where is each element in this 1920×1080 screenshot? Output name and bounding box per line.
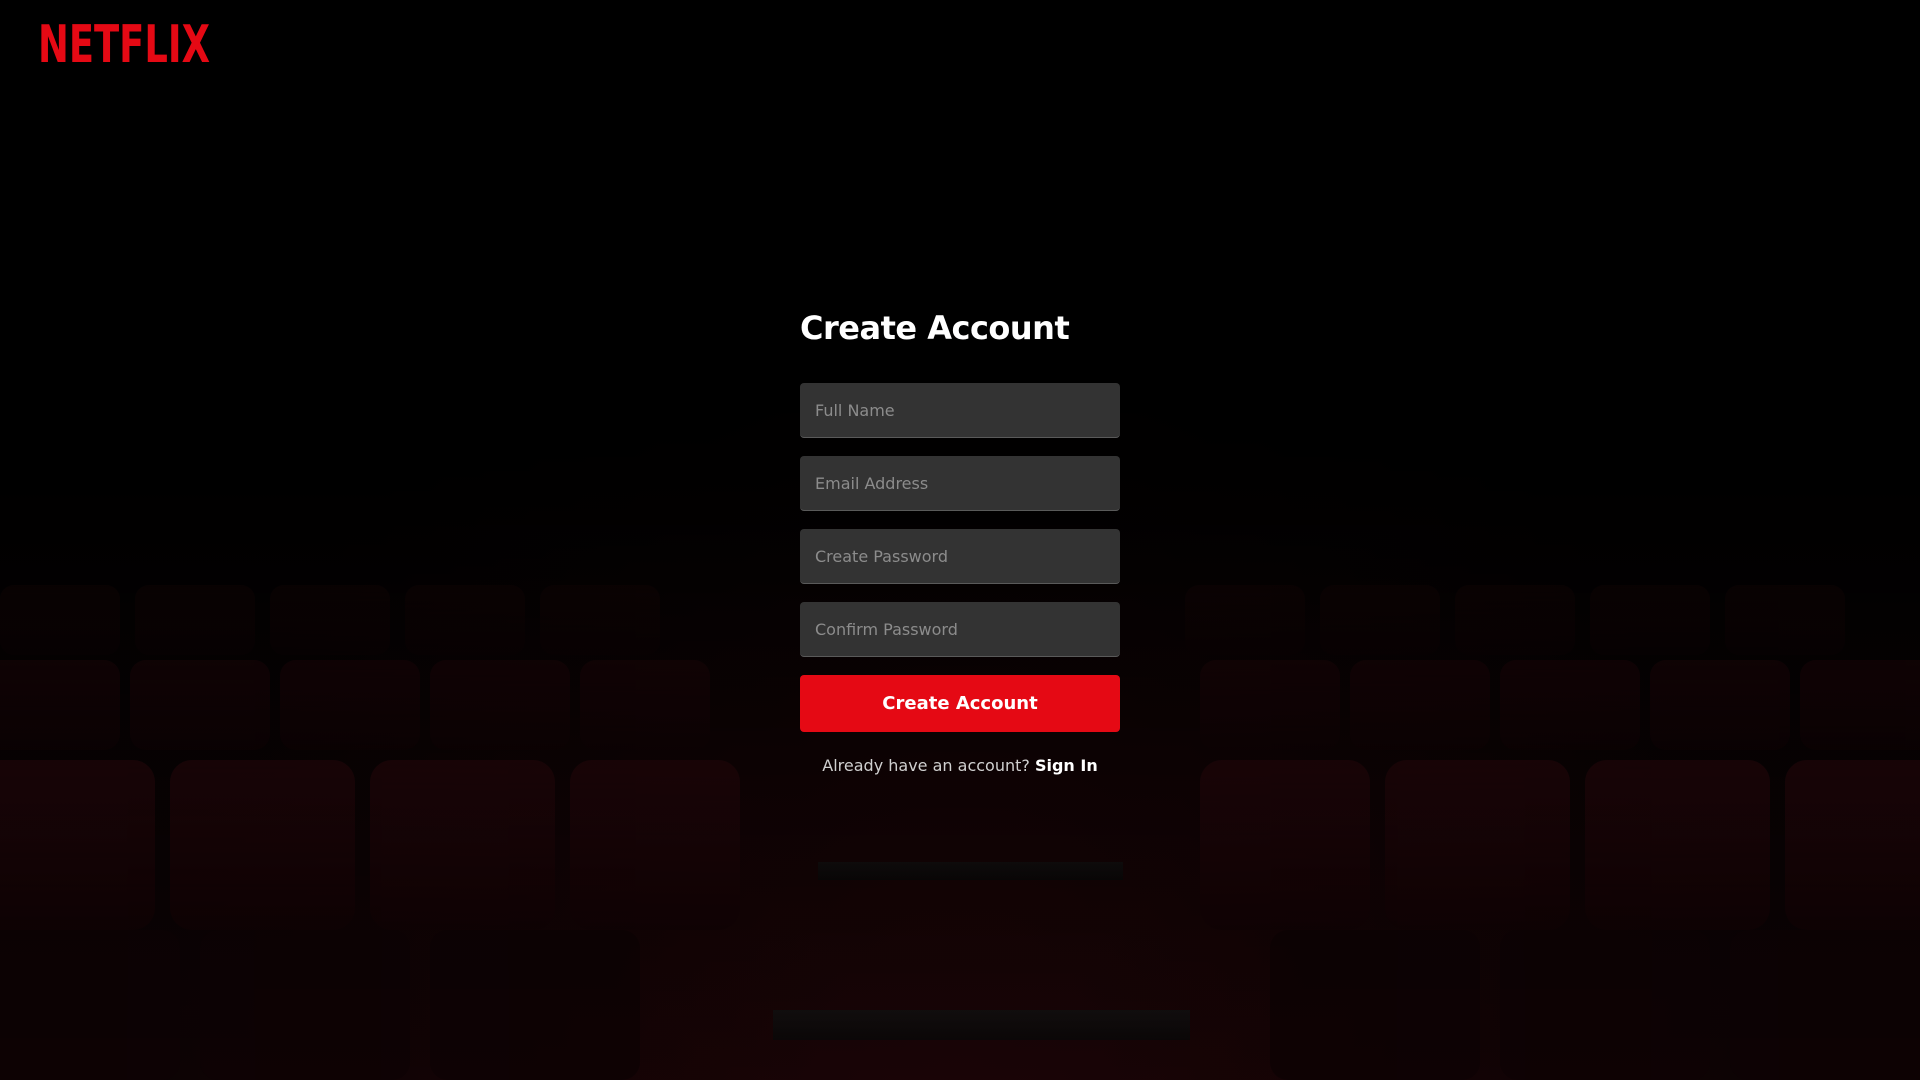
page-background: NETFLIX Create Account Create Account Al… [0,0,1920,1080]
email-field[interactable] [800,456,1120,511]
signin-prompt: Already have an account? [822,756,1035,775]
confirm-password-field[interactable] [800,602,1120,657]
create-account-button[interactable]: Create Account [800,675,1120,732]
svg-text:NETFLIX: NETFLIX [38,15,210,70]
netflix-logo[interactable]: NETFLIX [38,14,212,70]
signin-row: Already have an account? Sign In [800,756,1120,775]
signup-form: Create Account Create Account Already ha… [800,300,1120,775]
create-password-field[interactable] [800,529,1120,584]
signin-link[interactable]: Sign In [1035,756,1098,775]
form-title: Create Account [800,309,1070,347]
full-name-field[interactable] [800,383,1120,438]
